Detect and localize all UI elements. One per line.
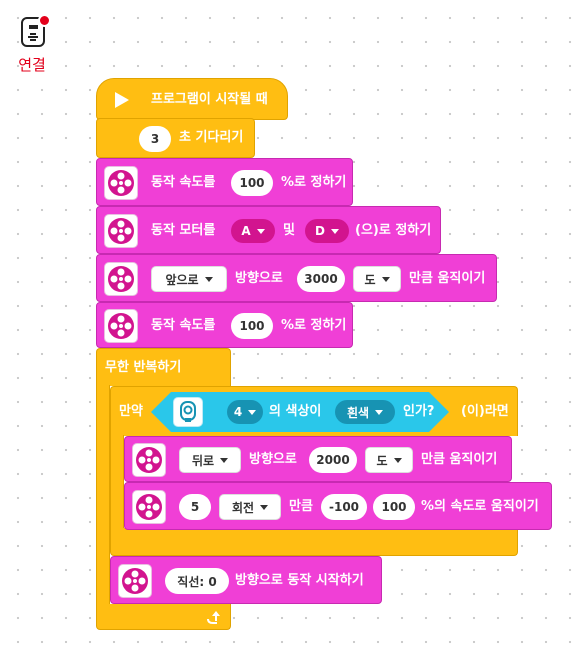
wait-seconds-input[interactable]: 3	[139, 126, 171, 152]
chevron-down-icon	[204, 276, 213, 282]
chevron-down-icon	[220, 457, 229, 463]
set-movement-motors-block[interactable]: 동작 모터를 A 및 D (으)로 정하기	[96, 206, 441, 254]
chevron-down-icon	[393, 457, 402, 463]
start-moving-block[interactable]: 직선: 0 방향으로 동작 시작하기	[110, 556, 382, 604]
amount-input[interactable]: 2000	[309, 447, 357, 473]
color-sensor-condition[interactable]: 4 의 색상이 흰색 인가?	[151, 392, 449, 432]
left-speed-input[interactable]: -100	[321, 494, 367, 520]
forever-loop-footer	[96, 604, 231, 630]
motor-pair-icon	[118, 564, 152, 598]
dropdown-value: 도	[376, 453, 388, 468]
move-for-block[interactable]: 앞으로 방향으로 3000 도 만큼 움직이기	[96, 254, 497, 302]
block-label: 만큼 움직이기	[409, 271, 486, 286]
dropdown-value: D	[315, 224, 325, 238]
motor-pair-icon	[104, 309, 138, 343]
motor-pair-icon	[104, 214, 138, 248]
if-then-block[interactable]: 만약 4 의 색상이 흰색 인가? (이)라면	[110, 386, 518, 436]
amount-input[interactable]: 5	[179, 494, 211, 520]
direction-dropdown[interactable]: 앞으로	[151, 266, 227, 292]
wait-seconds-block[interactable]: 3 초 기다리기	[96, 118, 255, 158]
when-program-starts-block[interactable]: 프로그램이 시작될 때	[96, 78, 288, 120]
right-speed-input[interactable]: 100	[373, 494, 415, 520]
dropdown-value: 4	[233, 405, 243, 419]
dropdown-value: 도	[364, 272, 376, 287]
color-sensor-icon	[173, 397, 203, 427]
hub-line-icon	[28, 36, 38, 38]
sensor-port-dropdown[interactable]: 4	[227, 400, 263, 424]
block-label: 초 기다리기	[179, 130, 244, 145]
set-movement-speed-block[interactable]: 동작 속도를 100 %로 정하기	[96, 302, 353, 348]
dropdown-value: 뒤로	[191, 453, 215, 468]
block-label: (이)라면	[461, 404, 509, 419]
play-icon	[115, 92, 129, 108]
hub-screen-icon	[29, 25, 38, 29]
move-for-block[interactable]: 뒤로 방향으로 2000 도 만큼 움직이기	[124, 436, 512, 482]
hub-connection-button[interactable]	[18, 14, 51, 48]
block-label: %로 정하기	[281, 175, 347, 190]
if-block-arm	[110, 435, 124, 530]
forever-loop-arm	[96, 385, 110, 607]
loop-arrow-icon	[207, 611, 220, 624]
port-d-dropdown[interactable]: D	[305, 219, 349, 243]
move-with-speeds-block[interactable]: 5 회전 만큼 -100 100 %의 속도로 움직이기	[124, 482, 552, 530]
block-label: 만약	[119, 404, 143, 419]
set-movement-speed-block[interactable]: 동작 속도를 100 %로 정하기	[96, 158, 353, 206]
forever-loop-block[interactable]: 무한 반복하기	[96, 348, 231, 386]
chevron-down-icon	[375, 410, 383, 415]
if-block-footer	[110, 528, 518, 556]
port-a-dropdown[interactable]: A	[231, 219, 275, 243]
direction-dropdown[interactable]: 뒤로	[179, 447, 241, 473]
block-label: 방향으로	[235, 271, 283, 286]
speed-input[interactable]: 100	[231, 313, 273, 339]
amount-input[interactable]: 3000	[297, 266, 345, 292]
block-label: 방향으로 동작 시작하기	[235, 573, 364, 588]
steering-input[interactable]: 직선: 0	[165, 568, 229, 594]
block-label: 인가?	[403, 404, 435, 419]
unit-dropdown[interactable]: 회전	[219, 494, 281, 520]
dropdown-value: 흰색	[346, 405, 370, 420]
motor-pair-icon	[132, 443, 166, 477]
block-label: 의 색상이	[269, 404, 322, 419]
block-label: 방향으로	[249, 452, 297, 467]
motor-pair-icon	[104, 166, 138, 200]
chevron-down-icon	[330, 228, 339, 234]
motor-pair-icon	[132, 490, 166, 524]
chevron-down-icon	[381, 276, 390, 282]
chevron-down-icon	[256, 228, 265, 234]
dropdown-value: 회전	[231, 500, 255, 515]
dropdown-value: 앞으로	[165, 272, 199, 287]
dropdown-value: A	[241, 224, 251, 238]
block-label: %로 정하기	[281, 318, 347, 333]
disconnected-status-dot	[38, 14, 51, 27]
block-label: 만큼 움직이기	[421, 452, 498, 467]
block-label: 동작 속도를	[151, 318, 216, 333]
block-label: 및	[283, 223, 295, 238]
unit-dropdown[interactable]: 도	[353, 266, 401, 292]
motor-pair-icon	[104, 262, 138, 296]
block-label: 동작 속도를	[151, 175, 216, 190]
block-label: (으)로 정하기	[355, 223, 432, 238]
block-label: %의 속도로 움직이기	[421, 499, 539, 514]
block-label: 프로그램이 시작될 때	[151, 92, 268, 107]
connect-label: 연결	[18, 56, 46, 74]
color-dropdown[interactable]: 흰색	[335, 400, 395, 424]
hub-line-icon	[30, 39, 36, 41]
unit-dropdown[interactable]: 도	[365, 447, 413, 473]
chevron-down-icon	[260, 504, 269, 510]
hub-line-icon	[30, 33, 36, 35]
chevron-down-icon	[248, 410, 256, 415]
block-label: 만큼	[289, 499, 313, 514]
speed-input[interactable]: 100	[231, 170, 273, 196]
block-label: 무한 반복하기	[105, 360, 182, 375]
block-label: 동작 모터를	[151, 223, 216, 238]
